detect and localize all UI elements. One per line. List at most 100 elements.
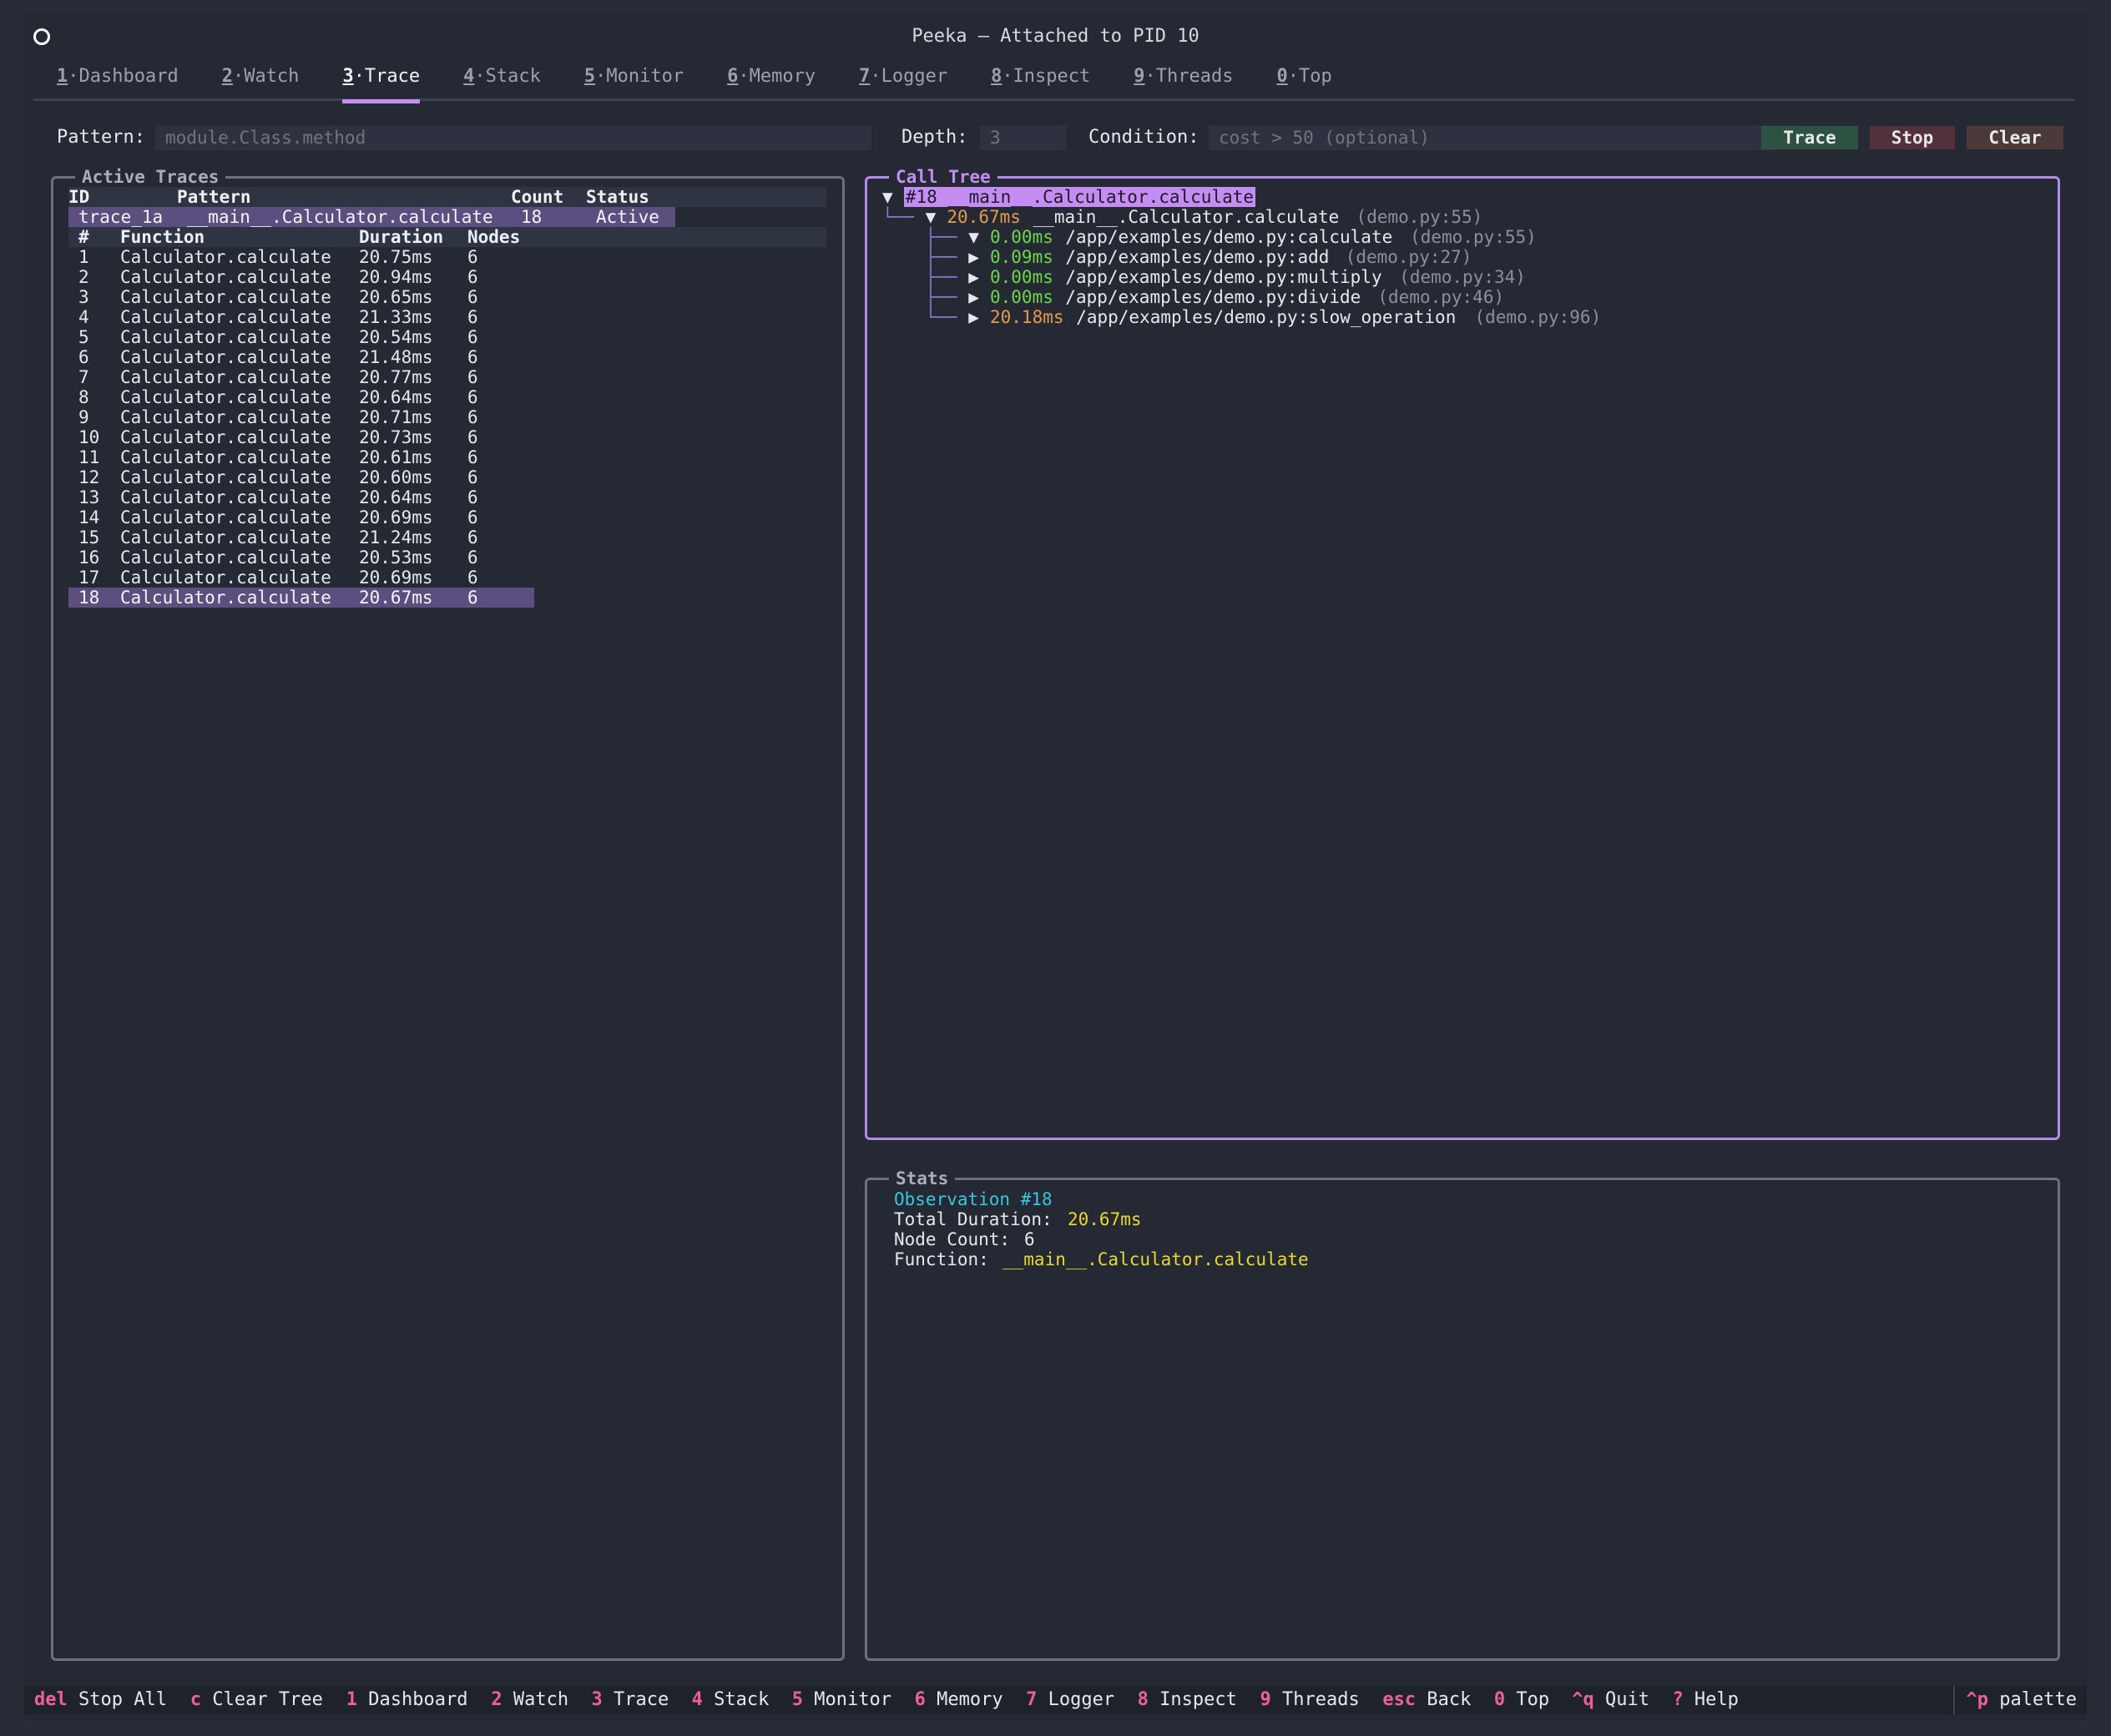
shortcut-key: del bbox=[34, 1689, 68, 1710]
observation-num: 11 bbox=[78, 447, 100, 467]
trace-button[interactable]: Trace bbox=[1761, 126, 1858, 149]
pattern-input[interactable] bbox=[155, 125, 871, 150]
window-title-text: Peeka — Attached to PID 10 bbox=[912, 25, 1199, 47]
observation-nodes: 6 bbox=[467, 327, 478, 347]
shortcut-label: Memory bbox=[925, 1689, 1003, 1710]
expand-arrow-icon[interactable]: ▼ bbox=[882, 187, 893, 207]
tree-node-location: (demo.py:96) bbox=[1474, 307, 1602, 327]
shortcut-stop-all[interactable]: del Stop All bbox=[34, 1686, 167, 1714]
tree-node-row[interactable]: ├── ▶ 0.00ms/app/examples/demo.py:divide (d… bbox=[882, 287, 2034, 307]
tree-node-row[interactable]: └── ▶ 20.18ms/app/examples/demo.py:slow_op… bbox=[882, 307, 2034, 327]
tab-monitor[interactable]: 5 ·Monitor bbox=[584, 60, 684, 98]
shortcut-trace[interactable]: 3 Trace bbox=[592, 1686, 669, 1714]
shortcut-dashboard[interactable]: 1 Dashboard bbox=[346, 1686, 468, 1714]
stats-duration-line: Total Duration: 20.67ms bbox=[894, 1209, 1645, 1229]
observation-nodes: 6 bbox=[467, 247, 478, 267]
observation-row[interactable]: 15 Calculator.calculate 21.24ms 6 bbox=[68, 527, 534, 548]
shortcut-stack[interactable]: 4 Stack bbox=[692, 1686, 770, 1714]
tab-label: ·Memory bbox=[738, 66, 816, 87]
tree-node-name: __main__.Calculator.calculate bbox=[1033, 207, 1340, 227]
depth-input[interactable] bbox=[980, 125, 1067, 150]
shortcut-help[interactable]: ? Help bbox=[1672, 1686, 1738, 1714]
shortcut-label: Trace bbox=[602, 1689, 669, 1710]
tab-watch[interactable]: 2 ·Watch bbox=[222, 60, 300, 98]
shortcut-memory[interactable]: 6 Memory bbox=[915, 1686, 1003, 1714]
observation-function: Calculator.calculate bbox=[120, 568, 331, 588]
shortcut-watch[interactable]: 2 Watch bbox=[491, 1686, 568, 1714]
observation-row[interactable]: 6 Calculator.calculate 21.48ms 6 bbox=[68, 347, 534, 367]
tree-node-row[interactable]: ├── ▶ 0.00ms/app/examples/demo.py:multiply… bbox=[882, 267, 2034, 287]
observation-function: Calculator.calculate bbox=[120, 507, 331, 527]
observation-function: Calculator.calculate bbox=[120, 307, 331, 327]
collapsed-arrow-icon[interactable]: ▶ bbox=[968, 307, 979, 327]
traces-header-id: ID bbox=[68, 187, 90, 207]
stats-duration-label: Total Duration: bbox=[894, 1209, 1063, 1229]
shortcut-key: 8 bbox=[1137, 1689, 1149, 1710]
condition-input[interactable] bbox=[1209, 125, 1775, 150]
observation-row[interactable]: 14 Calculator.calculate 20.69ms 6 bbox=[68, 507, 534, 527]
tree-node-row[interactable]: ├── ▼ 0.00ms/app/examples/demo.py:calculat… bbox=[882, 227, 2034, 247]
shortcut-inspect[interactable]: 8 Inspect bbox=[1138, 1686, 1237, 1714]
collapsed-arrow-icon[interactable]: ▶ bbox=[968, 287, 979, 307]
observation-row[interactable]: 1 Calculator.calculate 20.75ms 6 bbox=[68, 247, 534, 267]
expand-arrow-icon[interactable]: ▼ bbox=[926, 207, 937, 227]
shortcut-clear-tree[interactable]: c Clear Tree bbox=[190, 1686, 323, 1714]
stats-node-count-line: Node Count: 6 bbox=[894, 1229, 1645, 1249]
observation-row[interactable]: 11 Calculator.calculate 20.61ms 6 bbox=[68, 447, 534, 467]
observation-row[interactable]: 9 Calculator.calculate 20.71ms 6 bbox=[68, 407, 534, 427]
shortcut-logger[interactable]: 7 Logger bbox=[1026, 1686, 1114, 1714]
stop-button[interactable]: Stop bbox=[1870, 126, 1955, 149]
trace-pattern: __main__.Calculator.calculate bbox=[187, 207, 493, 227]
observation-row[interactable]: 16 Calculator.calculate 20.53ms 6 bbox=[68, 548, 534, 568]
observation-row[interactable]: 3 Calculator.calculate 20.65ms 6 bbox=[68, 287, 534, 307]
tree-node-duration: 0.00ms bbox=[990, 287, 1053, 307]
observation-num: 10 bbox=[78, 427, 100, 447]
trace-row[interactable]: trace_1a __main__.Calculator.calculate 18 A… bbox=[68, 207, 675, 227]
observation-row[interactable]: 7 Calculator.calculate 20.77ms 6 bbox=[68, 367, 534, 387]
shortcut-palette[interactable]: ^p palette bbox=[1952, 1686, 2077, 1714]
tree-root-row[interactable]: ▼ #18 __main__.Calculator.calculate bbox=[882, 187, 1967, 207]
observation-num: 12 bbox=[78, 467, 100, 487]
observation-row[interactable]: 17 Calculator.calculate 20.69ms 6 bbox=[68, 568, 534, 588]
tab-label: ·Inspect bbox=[1002, 66, 1091, 87]
collapsed-arrow-icon[interactable]: ▶ bbox=[968, 247, 979, 267]
tree-node-row[interactable]: ├── ▶ 0.09ms/app/examples/demo.py:add (demo… bbox=[882, 247, 2034, 267]
observation-row[interactable]: 5 Calculator.calculate 20.54ms 6 bbox=[68, 327, 534, 347]
shortcut-quit[interactable]: ^q Quit bbox=[1572, 1686, 1649, 1714]
observation-row[interactable]: 2 Calculator.calculate 20.94ms 6 bbox=[68, 267, 534, 287]
observation-num: 16 bbox=[78, 548, 100, 568]
observation-num: 14 bbox=[78, 507, 100, 527]
tree-node-row[interactable]: └── ▼ 20.67ms __main__.Calculator.calculate… bbox=[882, 207, 1967, 227]
tree-node-name: /app/examples/demo.py:add bbox=[1065, 247, 1330, 267]
tree-connector: └── bbox=[925, 307, 957, 327]
shortcut-label: Watch bbox=[502, 1689, 569, 1710]
observation-row[interactable]: 4 Calculator.calculate 21.33ms 6 bbox=[68, 307, 534, 327]
stats-duration-value: 20.67ms bbox=[1068, 1209, 1142, 1229]
observation-duration: 20.69ms bbox=[359, 507, 433, 527]
tree-connector: ├── bbox=[925, 247, 957, 267]
observation-row[interactable]: 10 Calculator.calculate 20.73ms 6 bbox=[68, 427, 534, 447]
shortcut-key: 3 bbox=[591, 1689, 603, 1710]
tab-logger[interactable]: 7 ·Logger bbox=[859, 60, 947, 98]
observation-row[interactable]: 8 Calculator.calculate 20.64ms 6 bbox=[68, 387, 534, 407]
expand-arrow-icon[interactable]: ▼ bbox=[968, 227, 979, 247]
observation-row[interactable]: 13 Calculator.calculate 20.64ms 6 bbox=[68, 487, 534, 507]
observation-row[interactable]: 18 Calculator.calculate 20.67ms 6 bbox=[68, 588, 534, 608]
observation-row[interactable]: 12 Calculator.calculate 20.60ms 6 bbox=[68, 467, 534, 487]
shortcut-top[interactable]: 0 Top bbox=[1494, 1686, 1549, 1714]
shortcut-back[interactable]: esc Back bbox=[1382, 1686, 1471, 1714]
shortcut-threads[interactable]: 9 Threads bbox=[1260, 1686, 1360, 1714]
tab-threads[interactable]: 9 ·Threads bbox=[1134, 60, 1233, 98]
tab-memory[interactable]: 6 ·Memory bbox=[727, 60, 816, 98]
tab-inspect[interactable]: 8 ·Inspect bbox=[991, 60, 1090, 98]
tab-stack[interactable]: 4 ·Stack bbox=[463, 60, 541, 98]
tab-top[interactable]: 0 ·Top bbox=[1277, 60, 1332, 98]
shortcut-monitor[interactable]: 5 Monitor bbox=[792, 1686, 891, 1714]
tree-connector: ├── bbox=[925, 227, 957, 247]
tree-node-duration: 0.09ms bbox=[990, 247, 1053, 267]
collapsed-arrow-icon[interactable]: ▶ bbox=[968, 267, 979, 287]
tab-dashboard[interactable]: 1 ·Dashboard bbox=[57, 60, 179, 98]
clear-button[interactable]: Clear bbox=[1967, 126, 2063, 149]
tab-label: ·Trace bbox=[353, 66, 421, 87]
tab-trace[interactable]: 3 ·Trace bbox=[342, 60, 421, 103]
